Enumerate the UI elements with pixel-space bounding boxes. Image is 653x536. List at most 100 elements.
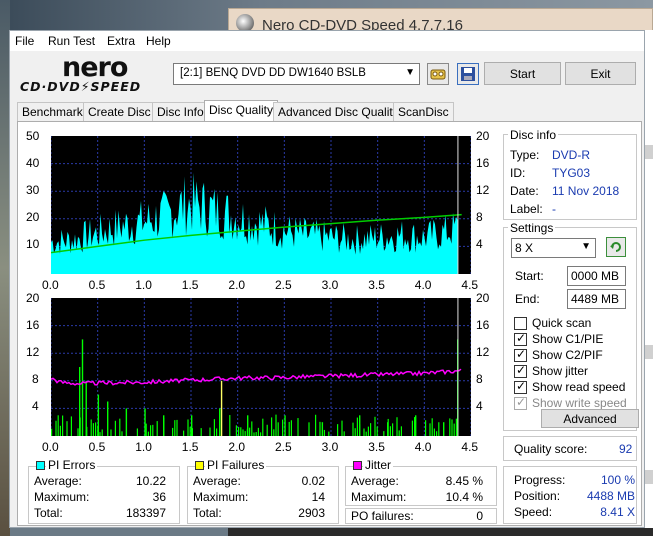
menu-bar: File Run Test Extra Help [10,31,644,51]
pi-failure-bar [79,367,81,436]
x-tick: 0.5 [88,440,106,454]
pi-errors-row-value: 10.22 [135,474,166,488]
disc-quality-panel: 50 40 30 20 10 20 16 12 8 4 0.0 0.5 1.0 1.5 2.0 2.5 3.0 3… [17,121,642,526]
main-window: File Run Test Extra Help nero CD·DVD⚡SPE… [9,30,645,528]
x-tick: 4.0 [414,278,432,292]
pi-failure-bar [244,431,246,436]
background-window-bottom [228,528,653,536]
position-value: 4488 MB [586,489,635,503]
pi-failure-bar [260,432,262,436]
pi-failure-bar [85,380,87,436]
y-tick-right: 16 [476,318,490,332]
y-tick-right: 4 [476,237,483,251]
pi-failure-bar [352,422,354,436]
x-tick: 0.5 [88,278,106,292]
exit-button[interactable]: Exit [565,62,636,85]
start-input[interactable]: 0000 MB [567,266,626,286]
pi-failure-bar [81,339,84,436]
pi-errors-row-value: 183397 [125,506,166,520]
checkbox-show-c1-pie[interactable]: ✓ [514,331,527,346]
checkbox-label: Show C1/PIE [532,332,604,346]
pi-failure-bar [247,415,249,436]
x-tick: 2.5 [275,278,292,292]
checkbox-quick-scan[interactable] [514,317,527,330]
end-input[interactable]: 4489 MB [567,289,626,309]
start-label: Start: [515,269,544,283]
pi-failure-bar [429,423,431,436]
pi-failure-bar [187,419,189,436]
start-button[interactable]: Start [484,62,561,85]
eject-icon [430,69,446,80]
pi-failure-bar [189,426,191,436]
jitter-row-value: 8.45 % [445,474,483,488]
pi-errors-area [51,172,458,274]
x-tick: 3.0 [321,440,339,454]
advanced-button[interactable]: Advanced [541,409,639,428]
pi-failure-bar [319,421,321,436]
po-failures-label: PO failures: [351,509,414,523]
pi-failure-bar [249,427,251,436]
menu-run-test[interactable]: Run Test [48,34,95,48]
disc-info-title: Disc info [508,128,559,142]
pi-errors-row-label: Total: [34,506,63,520]
drive-select[interactable]: [2:1] BENQ DVD DD DW1640 BSLB ▼ [173,63,420,85]
tab-advanced-disc-quality[interactable]: Advanced Disc Quality [273,102,404,122]
po-failures-value: 0 [476,509,483,523]
pi-failure-bar [145,423,147,436]
pi-failure-bar [383,431,385,436]
progress-value: 100 % [600,473,635,487]
jitter-title: Jitter [363,458,394,472]
pi-failure-bar [376,426,378,436]
pi-failure-bar [262,418,264,436]
refresh-speed-button[interactable] [606,237,626,257]
checkbox-show-read-speed[interactable]: ✓ [514,379,527,394]
menu-help[interactable]: Help [146,34,171,48]
pi-failure-bar [308,422,310,436]
tab-scandisc[interactable]: ScanDisc [393,102,454,122]
tab-disc-info[interactable]: Disc Info [152,102,209,122]
checkbox-label: Quick scan [532,316,592,330]
checkbox-label: Show jitter [532,364,589,378]
y-tick-left: 20 [26,291,40,305]
y-tick-left: 50 [26,129,40,143]
pi-failure-bar [110,429,112,436]
disc-type-label: Type: [510,148,540,162]
pi-failure-bar [323,429,325,436]
speed-label: Speed: [514,505,553,519]
checkbox-show-jitter[interactable]: ✓ [514,363,527,378]
checkbox-label: Show read speed [532,380,626,394]
eject-button[interactable] [427,63,449,85]
pi-failure-bar [77,428,79,436]
position-label: Position: [514,489,561,503]
pi-failure-bar [235,425,237,436]
pi-failure-bar [172,427,174,436]
tab-disc-quality[interactable]: Disc Quality [204,100,279,122]
pi-failure-bar [273,429,275,436]
pi-failure-bar [425,420,427,436]
pi-failure-bar [370,423,372,436]
pi-failure-bar [367,426,369,436]
save-button[interactable] [457,63,479,85]
quality-score-value: 92 [619,442,633,456]
disc-id-label: ID: [510,166,526,180]
pi-failures-row-value: 0.02 [301,474,325,488]
tab-benchmark[interactable]: Benchmark [17,102,88,122]
speed-select[interactable]: 8 X ▼ [511,238,596,258]
menu-extra[interactable]: Extra [107,34,135,48]
pi-failure-bar [455,418,457,436]
pi-failure-bar [55,420,57,436]
pi-failure-bar [275,414,277,436]
pi-failure-bar [257,427,259,436]
pi-failure-bar [59,425,61,436]
tab-create-disc[interactable]: Create Disc [83,102,156,122]
menu-file[interactable]: File [15,34,34,48]
pi-failure-bar [284,415,286,436]
checkbox-show-c2-pif[interactable]: ✓ [514,347,527,362]
x-tick: 1.0 [135,440,152,454]
pi-failure-bar [255,432,257,436]
x-tick: 4.5 [461,278,479,292]
pi-failure-bar [216,428,218,436]
pi-failure-bar [431,418,433,436]
pi-errors-row-label: Maximum: [34,490,90,504]
jitter-row-label: Average: [351,474,399,488]
